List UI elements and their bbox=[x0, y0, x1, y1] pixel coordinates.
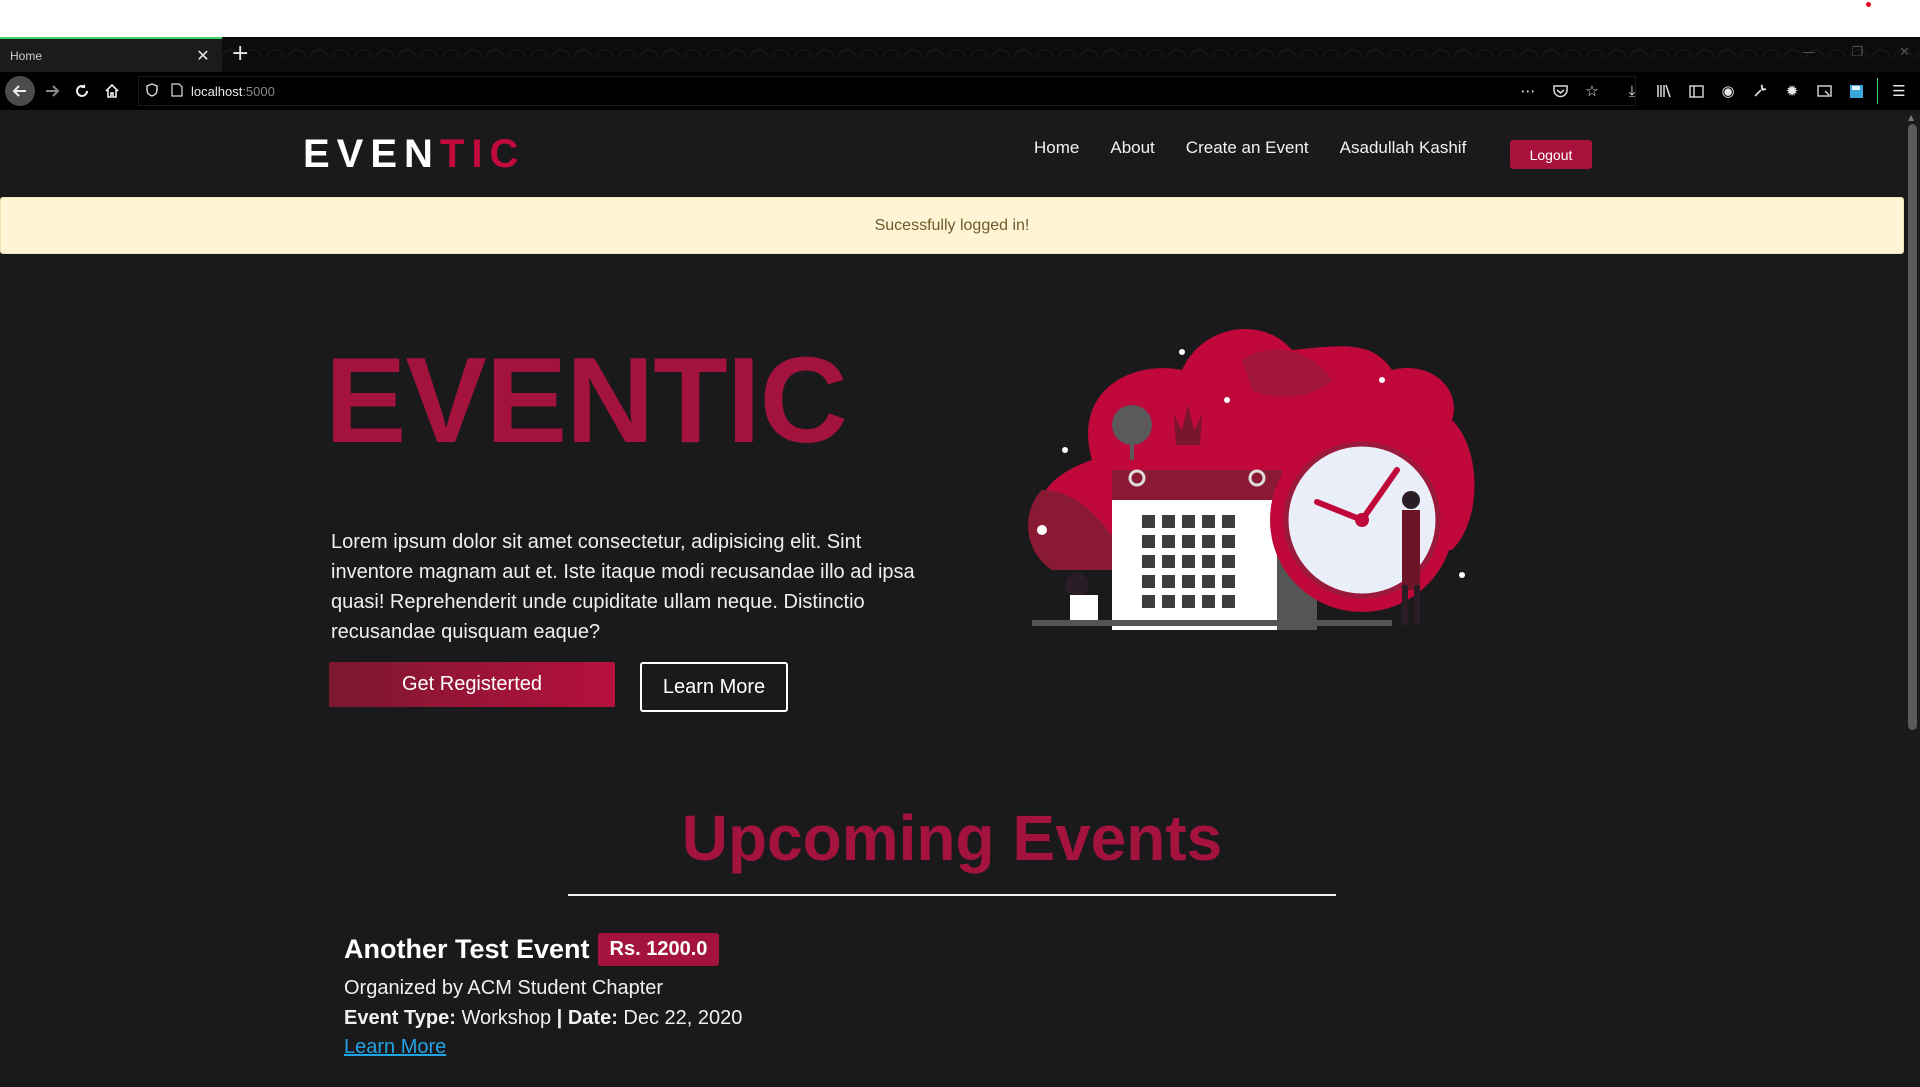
nav-user[interactable]: Asadullah Kashif bbox=[1340, 138, 1467, 158]
event-card: Another Test Event Rs. 1200.0 Organized … bbox=[344, 933, 1244, 1059]
new-tab-button[interactable]: + bbox=[231, 41, 249, 66]
price-badge: Rs. 1200.0 bbox=[597, 933, 720, 966]
star-icon[interactable]: ☆ bbox=[1577, 76, 1607, 106]
library-icon[interactable] bbox=[1649, 76, 1679, 106]
pocket-icon[interactable] bbox=[1545, 76, 1575, 106]
account-icon[interactable]: ◉ bbox=[1713, 76, 1743, 106]
hero-description: Lorem ipsum dolor sit amet consectetur, … bbox=[331, 531, 915, 643]
event-meta: Event Type: Workshop | Date: Dec 22, 202… bbox=[344, 1006, 1244, 1030]
notification-dot bbox=[1866, 2, 1871, 7]
event-date-value: Dec 22, 2020 bbox=[623, 1007, 743, 1029]
sidebar-icon[interactable] bbox=[1681, 76, 1711, 106]
scrollbar-thumb[interactable] bbox=[1908, 124, 1917, 730]
learn-more-button[interactable]: Learn More bbox=[640, 662, 788, 712]
back-icon[interactable] bbox=[5, 76, 35, 106]
site-logo[interactable]: EVENTIC bbox=[303, 132, 525, 177]
toolbar-separator bbox=[1877, 78, 1878, 104]
upcoming-events-title: Upcoming Events bbox=[681, 802, 1223, 874]
browser-toolbar: localhost:5000 ⋯ ☆ ⤓ ◉ ✹ ☰ bbox=[0, 72, 1920, 110]
forward-icon[interactable] bbox=[37, 76, 67, 106]
home-icon[interactable] bbox=[97, 76, 127, 106]
event-header: Another Test Event Rs. 1200.0 bbox=[344, 933, 1244, 966]
logout-button[interactable]: Logout bbox=[1510, 140, 1592, 169]
reload-icon[interactable] bbox=[67, 76, 97, 106]
wrench-icon[interactable] bbox=[1745, 76, 1775, 106]
page-scrollbar[interactable]: ▲ bbox=[1904, 110, 1920, 1087]
menu-icon[interactable]: ☰ bbox=[1884, 76, 1914, 106]
page-icon bbox=[171, 82, 183, 101]
screenshot-icon[interactable] bbox=[1809, 76, 1839, 106]
nav-create-event[interactable]: Create an Event bbox=[1186, 138, 1309, 158]
success-alert: Sucessfully logged in! bbox=[0, 197, 1904, 254]
more-icon[interactable]: ⋯ bbox=[1513, 76, 1543, 106]
event-organizer: Organized by ACM Student Chapter bbox=[344, 977, 664, 999]
event-date-label: Date: bbox=[567, 1007, 618, 1029]
brand-main: EVEN bbox=[303, 132, 440, 176]
close-window-icon[interactable]: ✕ bbox=[1899, 45, 1910, 60]
alert-text: Sucessfully logged in! bbox=[874, 216, 1030, 234]
meta-separator: | bbox=[556, 1007, 563, 1029]
url-bar[interactable]: localhost:5000 bbox=[138, 76, 1636, 106]
brand-accent: TIC bbox=[439, 132, 526, 176]
scroll-up-icon[interactable]: ▲ bbox=[1908, 113, 1914, 122]
tab-title: Home bbox=[10, 48, 43, 63]
settings-icon[interactable]: ✹ bbox=[1777, 76, 1807, 106]
get-registered-button[interactable]: Get Registerted bbox=[329, 662, 615, 707]
download-icon[interactable]: ⤓ bbox=[1617, 76, 1647, 106]
window-controls: — ❐ ✕ bbox=[1802, 45, 1910, 60]
restore-icon[interactable]: ❐ bbox=[1851, 45, 1863, 60]
site-nav: Home About Create an Event Asadullah Kas… bbox=[1034, 138, 1497, 158]
toolbar-icons: ⋯ ☆ ⤓ ◉ ✹ ☰ bbox=[1513, 76, 1914, 106]
tab-home[interactable]: Home ✕ bbox=[0, 37, 222, 72]
tab-bar: Home ✕ + — ❐ ✕ bbox=[0, 37, 1920, 72]
url-port: :5000 bbox=[242, 83, 275, 99]
nav-home[interactable]: Home bbox=[1034, 138, 1079, 158]
event-name: Another Test Event bbox=[344, 934, 590, 964]
hero-title: EVENTIC bbox=[325, 332, 848, 468]
save-icon[interactable] bbox=[1841, 76, 1871, 106]
event-type-value: Workshop bbox=[461, 1007, 552, 1029]
minimize-icon[interactable]: — bbox=[1802, 45, 1815, 60]
page-content: EVENTIC Home About Create an Event Asadu… bbox=[0, 110, 1904, 1087]
shield-icon[interactable] bbox=[145, 82, 159, 101]
top-strip bbox=[0, 0, 1920, 37]
nav-about[interactable]: About bbox=[1110, 138, 1154, 158]
calendar-clock-illustration bbox=[1028, 328, 1475, 630]
close-tab-icon[interactable]: ✕ bbox=[194, 46, 212, 65]
section-divider bbox=[568, 894, 1336, 896]
url-host: localhost bbox=[191, 83, 243, 99]
event-learn-more-link[interactable]: Learn More bbox=[344, 1036, 446, 1059]
event-type-label: Event Type: bbox=[344, 1007, 456, 1029]
url-text[interactable]: localhost:5000 bbox=[191, 84, 275, 99]
